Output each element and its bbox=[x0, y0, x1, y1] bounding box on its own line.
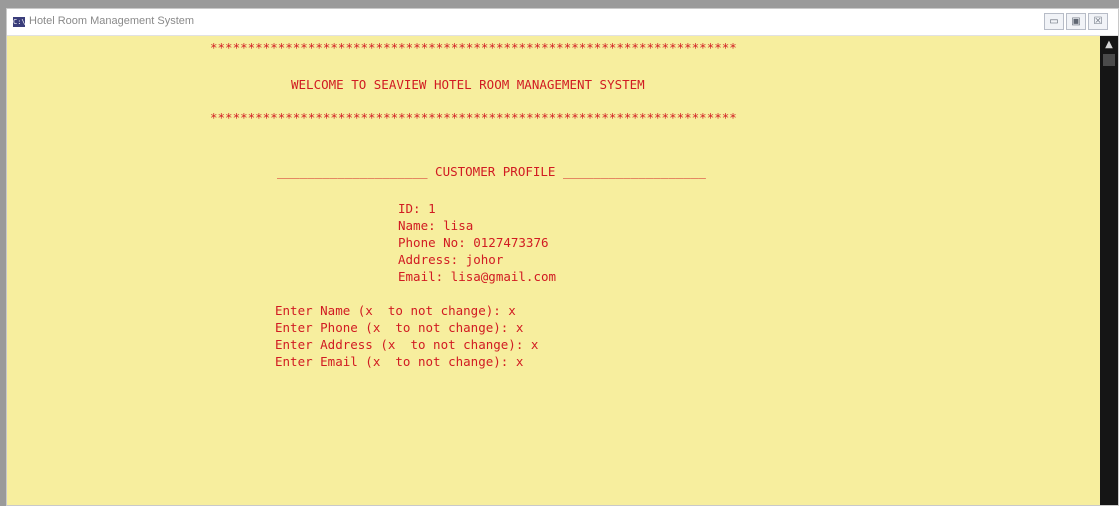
profile-phone: Phone No: 0127473376 bbox=[398, 235, 549, 250]
profile-name: Name: lisa bbox=[398, 218, 474, 233]
title-bar[interactable]: C:\ Hotel Room Management System ▭ ▣ ☒ bbox=[7, 9, 1118, 36]
minimize-button[interactable]: ▭ bbox=[1044, 13, 1064, 30]
prompt-address: Enter Address (x to not change): x bbox=[275, 337, 539, 352]
prompt-email: Enter Email (x to not change): x bbox=[275, 354, 524, 369]
vertical-scrollbar[interactable]: ▲ bbox=[1100, 36, 1118, 505]
profile-id: ID: 1 bbox=[398, 201, 436, 216]
prompt-phone: Enter Phone (x to not change): x bbox=[275, 320, 524, 335]
profile-email: Email: lisa@gmail.com bbox=[398, 269, 557, 284]
console-window: C:\ Hotel Room Management System ▭ ▣ ☒ *… bbox=[6, 8, 1119, 506]
console-app-icon: C:\ bbox=[13, 17, 26, 27]
profile-address: Address: johor bbox=[398, 252, 504, 267]
stars-top: ****************************************… bbox=[210, 40, 737, 55]
scroll-thumb[interactable] bbox=[1103, 54, 1115, 66]
window-title: Hotel Room Management System bbox=[29, 15, 195, 27]
welcome-heading: WELCOME TO SEAVIEW HOTEL ROOM MANAGEMENT… bbox=[291, 77, 645, 92]
prompt-name: Enter Name (x to not change): x bbox=[275, 303, 516, 318]
close-button[interactable]: ☒ bbox=[1088, 13, 1108, 30]
customer-profile-header: ____________________ CUSTOMER PROFILE __… bbox=[277, 164, 706, 179]
stars-bottom: ****************************************… bbox=[210, 110, 737, 125]
scroll-up-arrow-icon[interactable]: ▲ bbox=[1103, 39, 1115, 51]
console-output[interactable]: ****************************************… bbox=[7, 36, 1100, 505]
maximize-button[interactable]: ▣ bbox=[1066, 13, 1086, 30]
